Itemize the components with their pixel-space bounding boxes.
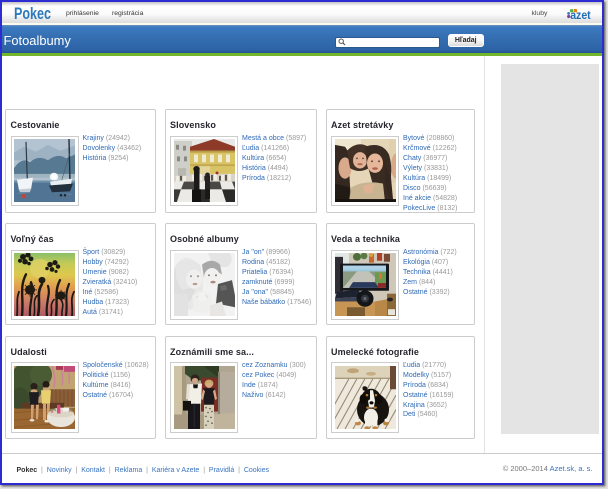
svg-text:Pokec: Pokec: [14, 5, 51, 23]
svg-text:azet: azet: [570, 10, 591, 22]
